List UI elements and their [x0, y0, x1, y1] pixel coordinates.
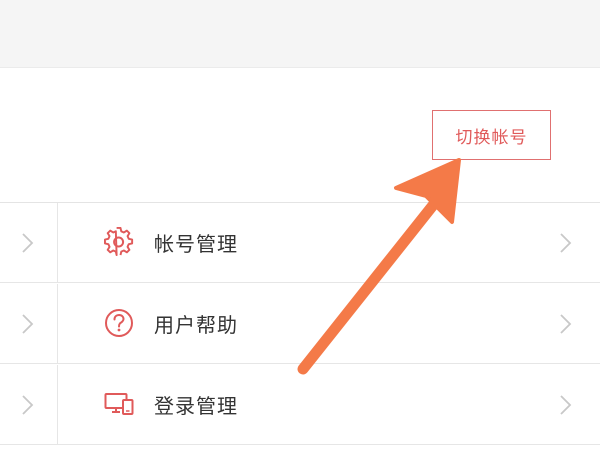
left-list-cell[interactable] [0, 284, 58, 364]
menu-item-login-management[interactable]: 登录管理 [0, 365, 600, 445]
gear-icon [104, 227, 134, 257]
top-band [0, 0, 600, 68]
chevron-right-icon [22, 395, 34, 415]
menu-item-label: 登录管理 [154, 394, 238, 418]
chevron-right-icon [22, 314, 34, 334]
left-list-cell[interactable] [0, 365, 58, 445]
left-list-cell[interactable] [0, 203, 58, 283]
question-circle-icon [105, 309, 133, 337]
menu-item-account-management[interactable]: 帐号管理 [0, 203, 600, 283]
menu-item-label: 用户帮助 [154, 313, 238, 337]
menu-item-user-help[interactable]: 用户帮助 [0, 284, 600, 364]
chevron-right-icon [22, 233, 34, 253]
devices-icon [104, 393, 134, 415]
chevron-right-icon [560, 233, 572, 253]
switch-account-button[interactable]: 切换帐号 [432, 110, 551, 160]
chevron-right-icon [560, 395, 572, 415]
menu-item-label: 帐号管理 [154, 232, 238, 256]
chevron-right-icon [560, 314, 572, 334]
